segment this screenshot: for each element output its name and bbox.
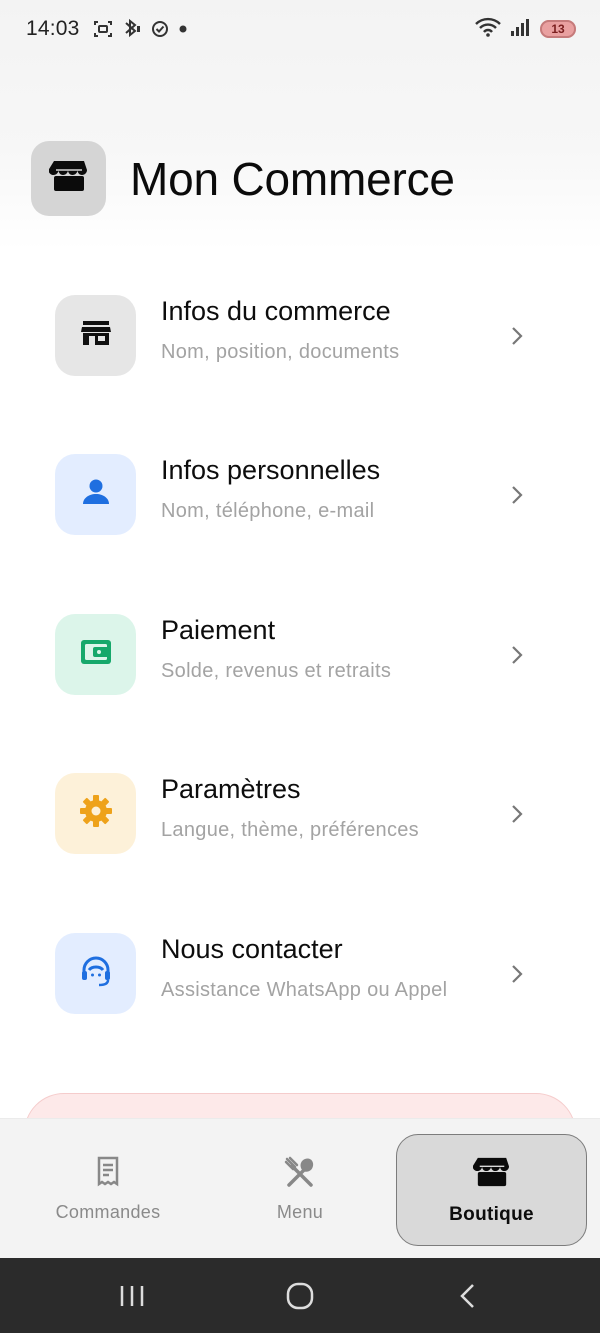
menu-item-subtitle: Assistance WhatsApp ou Appel bbox=[161, 979, 448, 1001]
menu-item-infos-personnelles[interactable]: Infos personnelles Nom, téléphone, e-mai… bbox=[0, 435, 600, 555]
receipt-icon bbox=[92, 1155, 124, 1194]
system-nav-bar bbox=[0, 1258, 600, 1333]
menu-text: Paramètres Langue, thème, préférences bbox=[161, 774, 419, 842]
signal-icon bbox=[510, 17, 532, 42]
notification-dot-icon bbox=[178, 24, 188, 34]
tab-boutique[interactable]: Boutique bbox=[396, 1134, 587, 1246]
status-bar: 14:03 13 bbox=[0, 0, 600, 58]
status-icons-right: 13 bbox=[474, 16, 576, 43]
menu-text: Infos du commerce Nom, position, documen… bbox=[161, 296, 399, 364]
home-icon[interactable] bbox=[280, 1278, 320, 1314]
screenshot-icon bbox=[92, 18, 114, 40]
menu-item-subtitle: Langue, thème, préférences bbox=[161, 819, 419, 841]
menu-icon-box bbox=[55, 454, 136, 535]
person-icon bbox=[80, 476, 112, 513]
chevron-right-icon bbox=[508, 643, 526, 672]
menu-item-title: Paramètres bbox=[161, 774, 301, 804]
menu-item-paiement[interactable]: Paiement Solde, revenus et retraits bbox=[0, 595, 600, 715]
tab-label: Menu bbox=[276, 1202, 324, 1222]
menu-item-title: Infos du commerce bbox=[161, 296, 391, 326]
menu-item-title: Paiement bbox=[161, 615, 276, 645]
tab-menu[interactable]: Menu bbox=[205, 1119, 395, 1259]
header-logo bbox=[31, 141, 106, 216]
tab-label: Commandes bbox=[55, 1202, 161, 1222]
sync-check-icon bbox=[150, 19, 170, 39]
page-header: Mon Commerce bbox=[31, 141, 455, 216]
wallet-icon bbox=[79, 637, 113, 672]
store-icon bbox=[80, 319, 112, 352]
status-icons-left bbox=[92, 18, 188, 40]
battery-icon: 13 bbox=[540, 20, 576, 38]
menu-icon-box bbox=[55, 295, 136, 376]
menu-item-infos-commerce[interactable]: Infos du commerce Nom, position, documen… bbox=[0, 276, 600, 396]
menu-text: Paiement Solde, revenus et retraits bbox=[161, 615, 391, 683]
menu-item-nous-contacter[interactable]: Nous contacter Assistance WhatsApp ou Ap… bbox=[0, 914, 600, 1034]
menu-icon-box bbox=[55, 773, 136, 854]
menu-icon-box bbox=[55, 933, 136, 1014]
menu-item-title: Infos personnelles bbox=[161, 455, 381, 485]
menu-icon-box bbox=[55, 614, 136, 695]
fork-knife-icon bbox=[283, 1155, 317, 1194]
page-title: Mon Commerce bbox=[130, 152, 455, 205]
menu-item-subtitle: Nom, téléphone, e-mail bbox=[161, 500, 375, 522]
back-icon[interactable] bbox=[448, 1278, 488, 1314]
menu-item-title: Nous contacter bbox=[161, 934, 343, 964]
store-icon bbox=[48, 158, 89, 199]
menu-text: Nous contacter Assistance WhatsApp ou Ap… bbox=[161, 934, 447, 1002]
wifi-icon bbox=[474, 16, 502, 43]
support-agent-icon bbox=[78, 954, 114, 993]
menu-text: Infos personnelles Nom, téléphone, e-mai… bbox=[161, 455, 380, 523]
store-icon bbox=[472, 1155, 511, 1194]
tab-label: Boutique bbox=[449, 1204, 534, 1225]
menu-item-subtitle: Solde, revenus et retraits bbox=[161, 660, 392, 682]
menu-item-subtitle: Nom, position, documents bbox=[161, 341, 400, 363]
recent-apps-icon[interactable] bbox=[112, 1278, 152, 1314]
bluetooth-audio-icon bbox=[122, 18, 142, 40]
chevron-right-icon bbox=[508, 324, 526, 353]
chevron-right-icon bbox=[508, 483, 526, 512]
chevron-right-icon bbox=[508, 962, 526, 991]
status-time: 14:03 bbox=[26, 17, 80, 40]
tab-commandes[interactable]: Commandes bbox=[13, 1119, 203, 1259]
bottom-nav: Commandes Menu Boutique bbox=[0, 1118, 600, 1258]
menu-item-parametres[interactable]: Paramètres Langue, thème, préférences bbox=[0, 754, 600, 874]
gear-icon bbox=[78, 793, 114, 834]
chevron-right-icon bbox=[508, 802, 526, 831]
